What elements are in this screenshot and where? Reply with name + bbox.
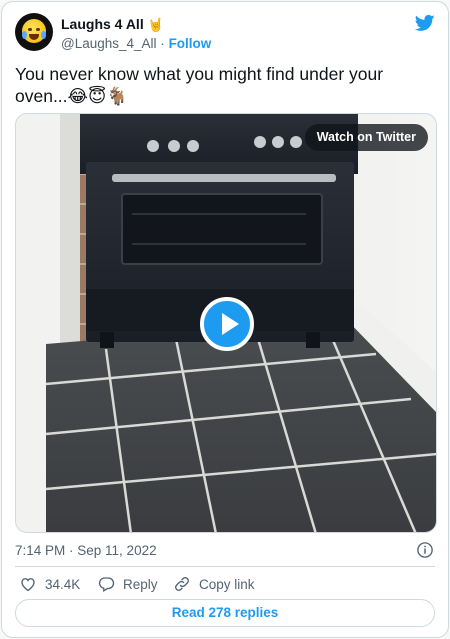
tweet-header: Laughs 4 All 🤘 @Laughs_4_All · Follow (15, 13, 436, 55)
reply-icon (98, 577, 115, 592)
author-display-name[interactable]: Laughs 4 All 🤘 (61, 16, 211, 33)
link-icon (175, 577, 189, 591)
copy-link-button[interactable]: Copy link (173, 574, 255, 594)
author-name-emoji: 🤘 (147, 17, 164, 32)
info-icon[interactable] (416, 541, 434, 559)
read-replies-button[interactable]: Read 278 replies (15, 599, 435, 627)
author-handle-row: @Laughs_4_All · Follow (61, 35, 211, 53)
author-display-name-text: Laughs 4 All (61, 16, 144, 32)
avatar[interactable] (15, 13, 53, 51)
handle-separator: · (160, 36, 165, 51)
divider (15, 566, 435, 567)
watch-on-twitter-button[interactable]: Watch on Twitter (304, 124, 428, 151)
play-button[interactable] (200, 297, 254, 351)
avatar-tear-right (41, 31, 46, 39)
tweet-timestamp[interactable]: 7:14 PM · Sep 11, 2022 (15, 543, 157, 559)
heart-icon (21, 578, 35, 592)
avatar-eye-right (36, 28, 40, 31)
like-count: 34.4K (45, 576, 81, 592)
tweet-text: You never know what you might find under… (15, 64, 384, 106)
follow-link[interactable]: Follow (169, 36, 212, 51)
author-names: Laughs 4 All 🤘 @Laughs_4_All · Follow (61, 16, 211, 53)
play-icon (222, 313, 239, 335)
avatar-mouth (29, 34, 39, 40)
avatar-eye-left (28, 28, 32, 31)
copy-link-label: Copy link (199, 576, 255, 592)
reply-button[interactable]: Reply (97, 574, 158, 594)
author-handle[interactable]: @Laughs_4_All (61, 36, 157, 51)
twitter-logo-icon[interactable] (414, 13, 436, 33)
reply-label: Reply (123, 576, 158, 592)
tweet-actions: 34.4K Reply Copy link (15, 574, 435, 594)
tweet-card: Laughs 4 All 🤘 @Laughs_4_All · Follow Yo… (1, 1, 449, 638)
laughing-emoji-avatar-image (22, 19, 46, 43)
video-media[interactable]: Watch on Twitter (15, 113, 437, 533)
avatar-tear-left (22, 31, 27, 39)
like-button[interactable]: 34.4K (19, 574, 80, 594)
